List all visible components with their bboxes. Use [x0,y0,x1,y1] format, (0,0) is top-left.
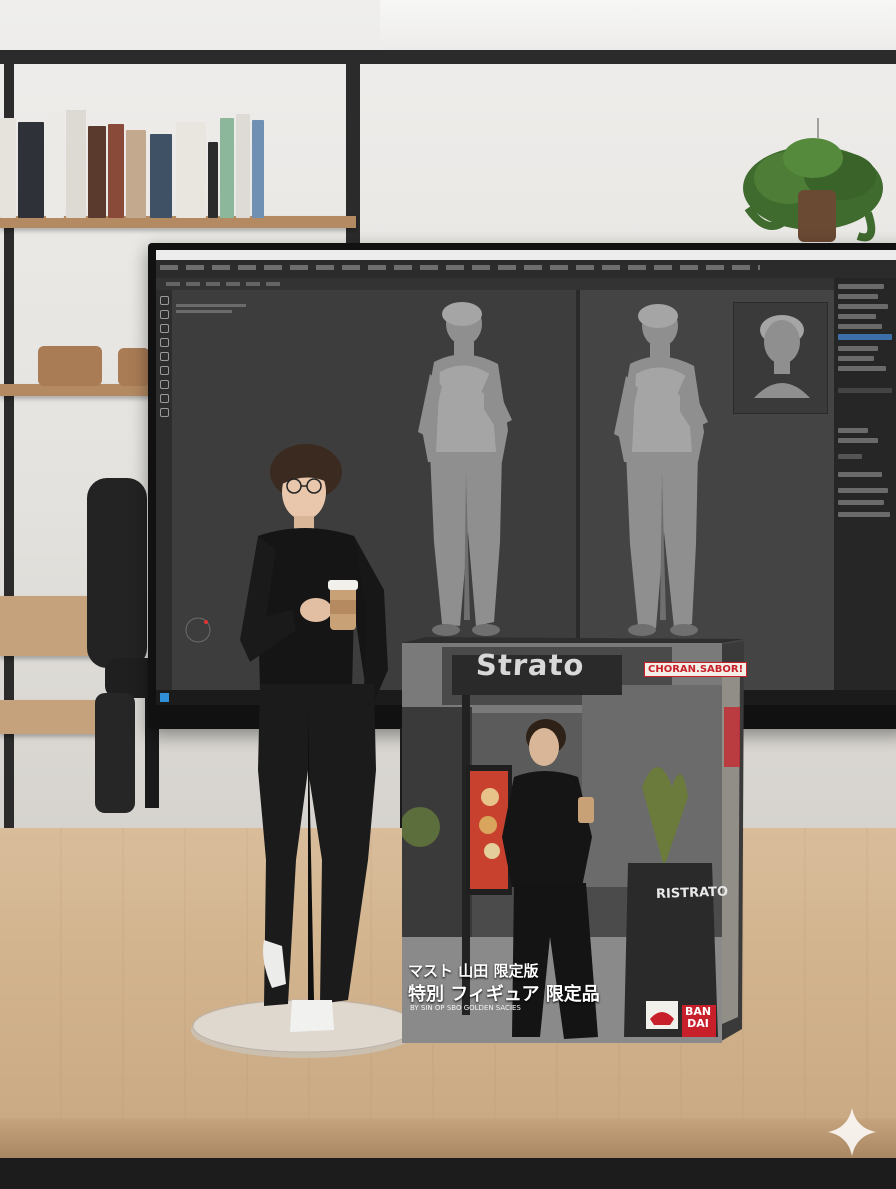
sculpt-figure-side [614,304,708,636]
box-title-line-2: 特別 フィギュア 限定品 [408,984,600,1005]
tool-strip [156,278,896,290]
aframe-sign-text: RISTRATO [655,884,729,903]
cafe-sign-text: Strato [475,648,586,682]
title-bar [156,250,896,260]
brand-logo: BAN DAI [684,1005,712,1030]
gizmo[interactable] [182,614,216,648]
left-toolbar [156,290,172,690]
small-sign-text: CHORAN.SABOR! [644,662,748,677]
sculpt-brush-icon[interactable] [160,296,169,305]
shelf-frame-top [0,50,896,64]
hanging-plant [743,118,883,242]
basket [118,348,150,386]
sculpt-bust [754,315,810,398]
book-row [0,108,270,218]
floor [0,1158,896,1189]
app-ribbon [156,260,896,279]
box-caption: BY SIN OP SBO GOLDEN SACIES [410,1004,521,1012]
desk-edge [0,1118,896,1158]
box-title-line-1: マスト 山田 限定版 [408,962,539,980]
sparkle-icon [828,1108,876,1156]
basket [38,346,102,386]
windows-start-icon[interactable] [160,693,169,702]
painted-figure [240,444,388,1032]
outliner-panel [834,278,896,690]
sculpt-figure-front [418,302,512,636]
